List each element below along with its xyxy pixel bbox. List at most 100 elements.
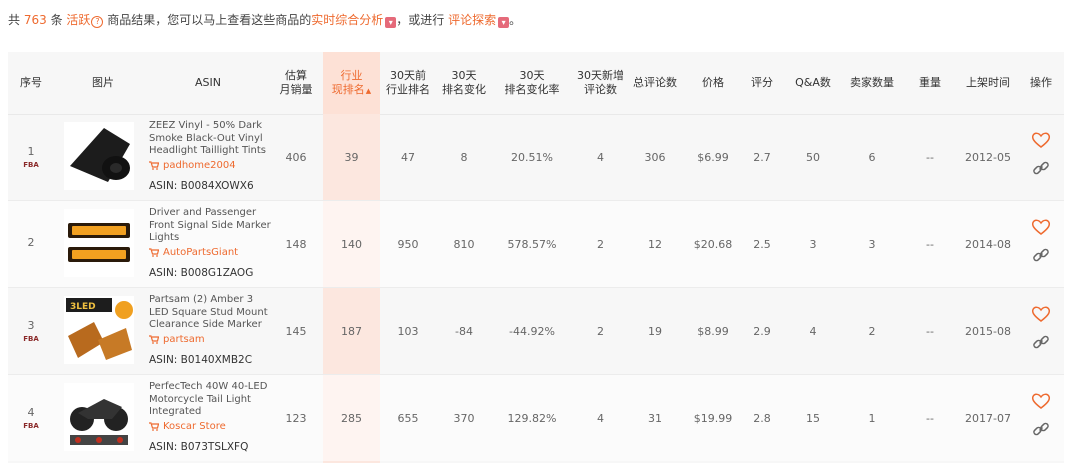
product-table: 序号 图片 ASIN 估算 月销量 行业 现排名▲ 30天前 行业排名 30天 排名变化… (8, 52, 1064, 463)
listed-date: 2014-08 (965, 237, 1011, 251)
link-icon[interactable] (1032, 333, 1050, 351)
product-image[interactable] (64, 122, 134, 190)
header-weight[interactable]: 重量 (906, 52, 954, 114)
realtime-analysis-link[interactable]: 实时综合分析 (311, 13, 383, 27)
header-rank-30days-ago[interactable]: 30天前 行业排名 (380, 52, 436, 114)
seller-count: 6 (868, 150, 876, 164)
header-rank-change[interactable]: 30天 排名变化 (436, 52, 492, 114)
seller-link[interactable]: AutoPartsGiant (149, 247, 271, 260)
product-image[interactable] (64, 209, 134, 277)
heart-icon[interactable] (1031, 305, 1051, 323)
total-reviews: 12 (648, 237, 662, 251)
price: $19.99 (693, 411, 733, 425)
rank-change: 370 (453, 411, 475, 425)
summary-mid-text: ，或进行 (396, 13, 445, 27)
product-image[interactable] (64, 383, 134, 451)
link-icon[interactable] (1032, 246, 1050, 264)
rank-30days-ago: 655 (397, 411, 419, 425)
row-actions (1030, 114, 1054, 200)
rank-change: 810 (453, 237, 475, 251)
listed-date: 2012-05 (965, 150, 1011, 164)
header-index[interactable]: 序号 (8, 52, 54, 114)
est-sales: 123 (285, 411, 307, 425)
listed-date: 2015-08 (965, 324, 1011, 338)
header-listed-date[interactable]: 上架时间 (958, 52, 1018, 114)
product-title[interactable]: ZEEZ Vinyl - 50% Dark Smoke Black-Out Vi… (149, 120, 271, 158)
cart-icon (149, 335, 159, 345)
asin-value[interactable]: ASIN: B0084XOWX6 (149, 180, 271, 193)
price: $8.99 (697, 324, 729, 338)
header-rank-change-rate[interactable]: 30天 排名变化率 (496, 52, 568, 114)
qa-count: 3 (809, 237, 817, 251)
link-icon[interactable] (1032, 159, 1050, 177)
industry-rank: 187 (341, 324, 362, 338)
rank-change-rate: 20.51% (511, 150, 553, 164)
rank-30days-ago: 103 (397, 324, 419, 338)
table-header: 序号 图片 ASIN 估算 月销量 行业 现排名▲ 30天前 行业排名 30天 排名变化… (8, 52, 1064, 115)
heart-icon[interactable] (1031, 218, 1051, 236)
table-row[interactable]: 4 FBA PerfecTech 40W 40-LED Motorcycle Ta… (8, 375, 1064, 461)
header-new-reviews[interactable]: 30天新增 评论数 (573, 52, 628, 114)
header-qa-count[interactable]: Q&A数 (788, 52, 838, 114)
seller-link[interactable]: Koscar Store (149, 421, 271, 434)
heart-icon[interactable] (1031, 131, 1051, 149)
header-actions: 操作 (1030, 76, 1052, 89)
total-reviews: 306 (644, 150, 666, 164)
summary-middle-text: 商品结果，您可以马上查看这些商品的 (107, 13, 312, 27)
product-info: Driver and Passenger Front Signal Side M… (149, 207, 271, 280)
asin-value[interactable]: ASIN: B073TSLXFQ (149, 441, 271, 454)
table-row[interactable]: 1 FBA ZEEZ Vinyl - 50% Dark Smoke Black-O… (8, 114, 1064, 201)
seller-link[interactable]: partsam (149, 334, 271, 347)
help-icon[interactable]: ? (91, 16, 104, 28)
product-image[interactable]: 3LED (64, 296, 134, 364)
rating: 2.5 (753, 237, 771, 251)
heart-icon[interactable] (1031, 392, 1051, 410)
chevron-down-icon[interactable]: ▾ (385, 17, 397, 28)
product-info: PerfecTech 40W 40-LED Motorcycle Tail Li… (149, 381, 271, 454)
header-price[interactable]: 价格 (688, 52, 738, 114)
product-title[interactable]: Partsam (2) Amber 3 LED Square Stud Moun… (149, 294, 271, 332)
header-asin: ASIN (195, 76, 221, 89)
asin-value[interactable]: ASIN: B0140XMB2C (149, 354, 271, 367)
cart-icon (149, 422, 159, 432)
seller-link[interactable]: padhome2004 (149, 160, 271, 173)
seller-count: 1 (868, 411, 876, 425)
qa-count: 4 (809, 324, 817, 338)
seller-count: 3 (868, 237, 876, 251)
header-industry-rank[interactable]: 行业 现排名▲ (323, 52, 380, 114)
product-title[interactable]: PerfecTech 40W 40-LED Motorcycle Tail Li… (149, 381, 271, 419)
rank-change: 8 (460, 150, 468, 164)
rating: 2.8 (753, 411, 771, 425)
header-rating[interactable]: 评分 (742, 52, 782, 114)
result-count: 763 (23, 13, 47, 27)
rank-30days-ago: 47 (401, 150, 415, 164)
cart-icon (149, 161, 159, 171)
row-actions (1030, 375, 1054, 461)
total-reviews: 19 (648, 324, 662, 338)
table-row[interactable]: 2 Driver and Passenger Front Signal Side… (8, 201, 1064, 288)
est-sales: 148 (285, 237, 307, 251)
active-filter-link[interactable]: 活跃 (66, 13, 90, 27)
link-icon[interactable] (1032, 420, 1050, 438)
asin-value[interactable]: ASIN: B008G1ZAOG (149, 267, 271, 280)
row-actions (1030, 288, 1054, 374)
new-reviews: 4 (597, 150, 604, 164)
header-total-reviews[interactable]: 总评论数 (630, 52, 680, 114)
table-row[interactable]: 3 FBA 3LED Partsam (2) Amber 3 LED Square… (8, 288, 1064, 375)
summary-unit: 条 (50, 13, 63, 27)
svg-text:3LED: 3LED (70, 302, 96, 312)
header-est-sales[interactable]: 估算 月销量 (273, 52, 319, 114)
price: $20.68 (693, 237, 733, 251)
chevron-down-icon[interactable]: ▾ (498, 17, 510, 28)
est-sales: 145 (285, 324, 307, 338)
product-title[interactable]: Driver and Passenger Front Signal Side M… (149, 207, 271, 245)
sort-icon[interactable]: ▲ (366, 84, 371, 98)
review-explore-link[interactable]: 评论探索 (448, 13, 496, 27)
new-reviews: 2 (597, 237, 604, 251)
industry-rank: 39 (344, 150, 359, 164)
rank-change-rate: 129.82% (507, 411, 557, 425)
rank-change: -84 (455, 324, 473, 338)
weight: -- (926, 150, 934, 164)
rating: 2.7 (753, 150, 771, 164)
header-seller-count[interactable]: 卖家数量 (844, 52, 900, 114)
